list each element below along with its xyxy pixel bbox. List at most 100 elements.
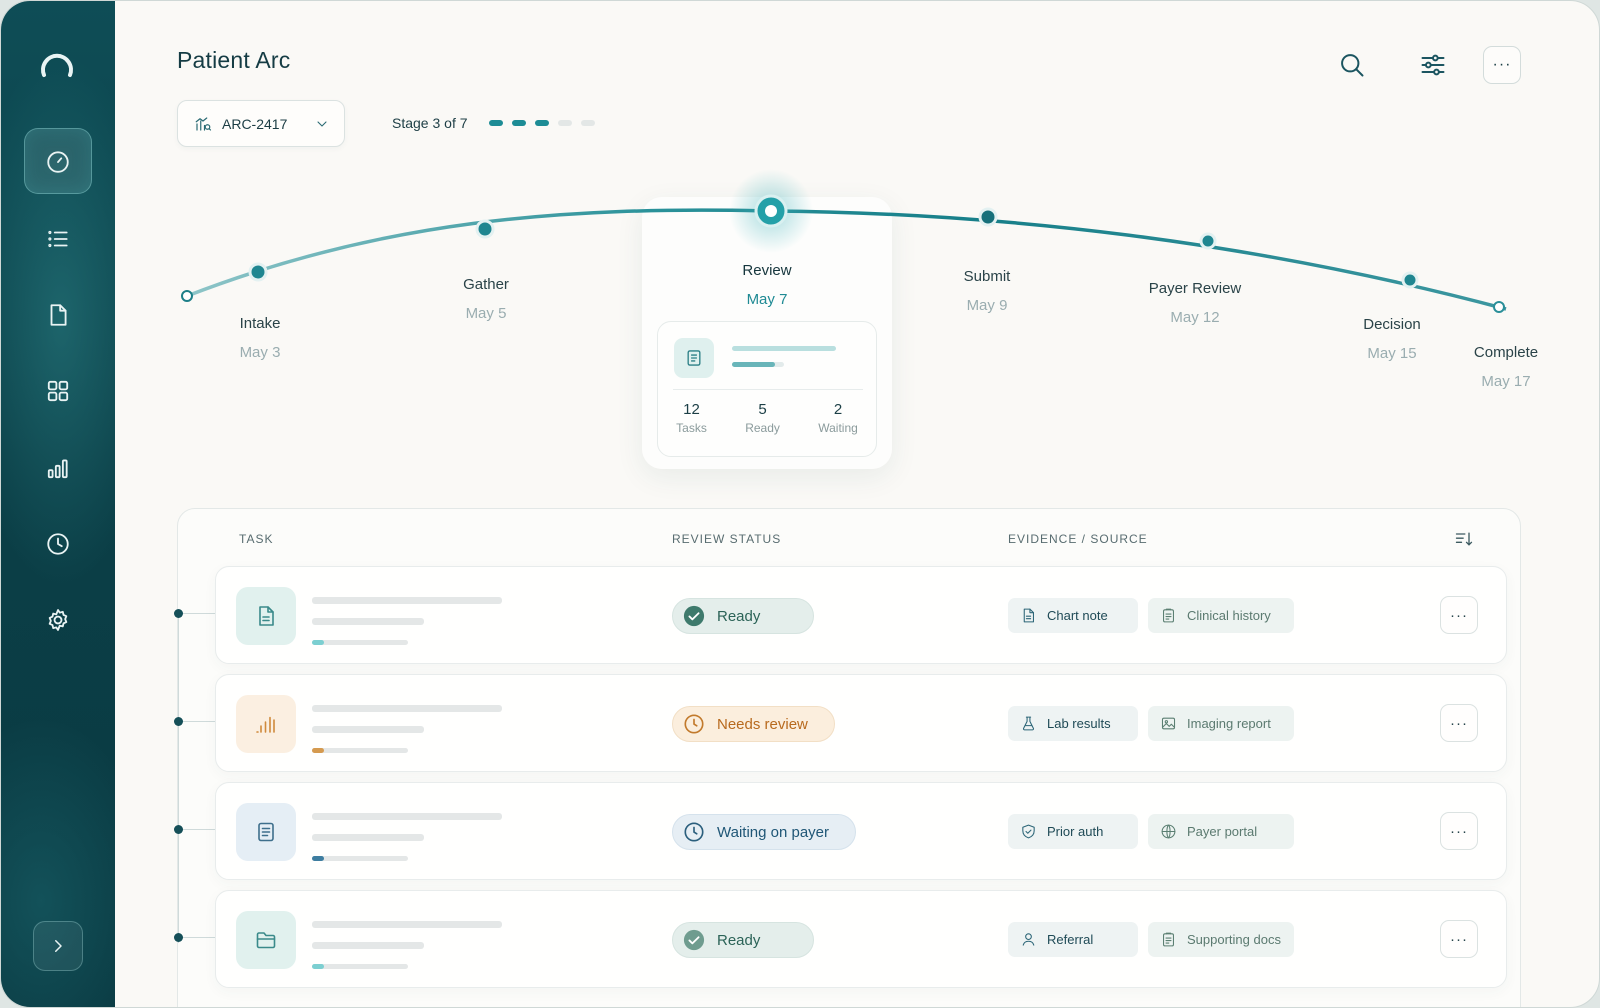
case-chart-icon (195, 116, 212, 131)
task-icon (236, 803, 296, 861)
document-icon (50, 304, 67, 326)
case-selector[interactable]: ARC-2417 (177, 100, 345, 147)
stage-name-payer-review[interactable]: Payer Review (1125, 280, 1265, 297)
chevron-down-icon (317, 121, 327, 127)
row-more-button[interactable]: ··· (1440, 704, 1478, 742)
column-header-review-status[interactable]: REVIEW STATUS (672, 532, 781, 546)
arc-node-intake (248, 262, 268, 282)
sidebar-item-history[interactable] (24, 511, 92, 577)
evidence-chip[interactable]: Payer portal (1148, 814, 1294, 849)
stat-tasks: 12 Tasks (676, 401, 707, 435)
row-more-button[interactable]: ··· (1440, 596, 1478, 634)
task-progress-fill (312, 856, 324, 861)
task-progress-track (312, 856, 408, 861)
table-row[interactable]: Waiting on payer Prior auth Payer portal… (215, 782, 1507, 880)
more-options-button[interactable]: ··· (1483, 46, 1521, 84)
clock-icon (684, 822, 704, 842)
evidence-chip[interactable]: Supporting docs (1148, 922, 1294, 957)
globe-icon (1161, 824, 1176, 839)
bar-chart-icon (47, 459, 68, 479)
arc-node-decision (1401, 271, 1419, 289)
arc-node-review-core (765, 205, 777, 217)
placeholder-line (312, 921, 502, 928)
arc-end-node (1493, 301, 1505, 313)
clock-icon (47, 533, 69, 555)
rail-dot (174, 825, 183, 834)
rail-dot (174, 933, 183, 942)
task-icon (236, 587, 296, 645)
stage-dot (535, 120, 549, 126)
stage-date-review: May 7 (746, 291, 788, 308)
stage-dot (558, 120, 572, 126)
sidebar-item-dashboard[interactable] (24, 128, 92, 194)
table-row[interactable]: Needs review Lab results Imaging report … (215, 674, 1507, 772)
sidebar-item-list[interactable] (24, 206, 92, 272)
arc-node-payer-review (1199, 232, 1217, 250)
logo-icon (41, 53, 73, 77)
page-title: Patient Arc (177, 47, 291, 73)
stage-date-submit: May 9 (966, 297, 1008, 314)
sidebar-item-documents[interactable] (24, 282, 92, 348)
filters-button[interactable] (1413, 45, 1453, 85)
evidence-chip[interactable]: Lab results (1008, 706, 1138, 741)
task-progress-fill (312, 640, 324, 645)
case-id: ARC-2417 (222, 115, 288, 132)
rail-dot (174, 717, 183, 726)
stage-name-complete[interactable]: Complete (1436, 344, 1576, 361)
divider (673, 389, 863, 390)
placeholder-line (312, 597, 502, 604)
file-icon (1023, 608, 1034, 623)
table-row[interactable]: Ready Referral Supporting docs ··· (215, 890, 1507, 988)
stage-name-decision[interactable]: Decision (1322, 316, 1462, 333)
review-progress-fill (732, 362, 775, 367)
stage-dot (489, 120, 503, 126)
document-icon (259, 606, 274, 626)
evidence-chip[interactable]: Prior auth (1008, 814, 1138, 849)
row-more-button[interactable]: ··· (1440, 920, 1478, 958)
stage-progress-label: Stage 3 of 7 (392, 115, 468, 131)
rail-connector (178, 829, 216, 830)
flask-icon (1022, 716, 1035, 731)
task-icon (236, 911, 296, 969)
gauge-icon (47, 151, 69, 173)
task-progress-track (312, 640, 408, 645)
placeholder-line (312, 813, 502, 820)
task-progress-track (312, 748, 408, 753)
stage-name-gather[interactable]: Gather (416, 276, 556, 293)
sidebar-item-settings[interactable] (24, 587, 92, 653)
table-row[interactable]: Ready Chart note Clinical history ··· (215, 566, 1507, 664)
app-window: Patient Arc ··· ARC-2417 Stage 3 of 7 In… (0, 0, 1600, 1008)
stage-date-payer-review: May 12 (1170, 309, 1220, 326)
placeholder-line (312, 834, 424, 841)
stat-ready: 5 Ready (745, 401, 780, 435)
task-icon (236, 695, 296, 753)
placeholder-line (732, 346, 836, 351)
stage-name-submit[interactable]: Submit (917, 268, 1057, 285)
search-icon (1341, 54, 1364, 77)
evidence-chip[interactable]: Imaging report (1148, 706, 1294, 741)
status-badge: Ready (672, 922, 814, 958)
stage-name-review[interactable]: Review (697, 262, 837, 279)
search-button[interactable] (1332, 45, 1372, 85)
evidence-chip[interactable]: Clinical history (1148, 598, 1294, 633)
folder-icon (256, 932, 276, 949)
stage-dot (581, 120, 595, 126)
chevron-right-icon (55, 940, 62, 952)
sort-button[interactable] (1454, 529, 1474, 549)
list-icon (48, 230, 68, 248)
bar-chart-icon (256, 716, 275, 733)
evidence-chip[interactable]: Chart note (1008, 598, 1138, 633)
task-progress-track (312, 964, 408, 969)
sidebar-item-apps[interactable] (24, 358, 92, 424)
evidence-chip[interactable]: Referral (1008, 922, 1138, 957)
column-header-evidence-source[interactable]: EVIDENCE / SOURCE (1008, 532, 1148, 546)
sidebar-expand-button[interactable] (33, 921, 83, 971)
row-more-button[interactable]: ··· (1440, 812, 1478, 850)
arc-node-gather (475, 219, 495, 239)
grid-icon (47, 380, 69, 402)
stage-name-intake[interactable]: Intake (190, 315, 330, 332)
placeholder-line (312, 726, 424, 733)
check-circle-icon (683, 929, 705, 951)
sidebar-item-analytics[interactable] (24, 435, 92, 501)
column-header-task[interactable]: TASK (239, 532, 273, 546)
